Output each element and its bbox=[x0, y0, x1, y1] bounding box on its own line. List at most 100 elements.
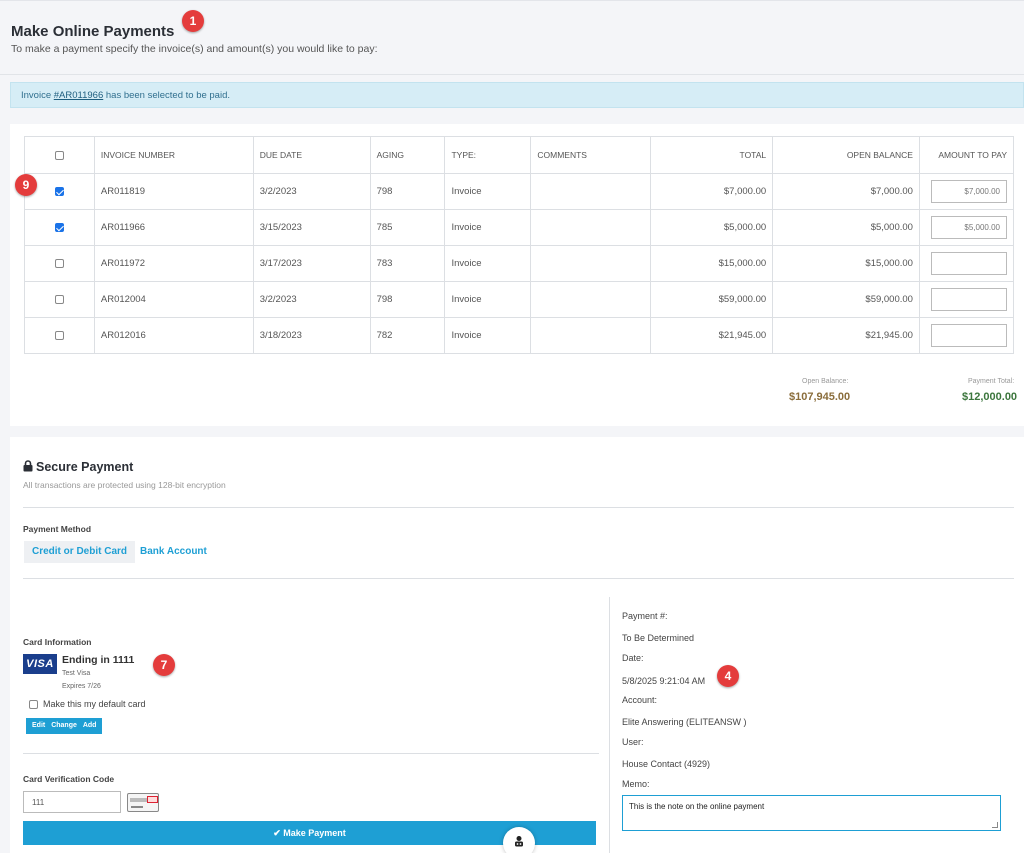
edit-card-button[interactable]: Edit bbox=[32, 722, 45, 729]
alert-invoice-link[interactable]: #AR011966 bbox=[54, 90, 103, 101]
invoice-number-cell: AR012004 bbox=[93, 281, 254, 318]
comments-cell bbox=[530, 317, 652, 354]
row-checkbox[interactable] bbox=[54, 222, 64, 232]
card-action-buttons: Edit Change Add bbox=[26, 718, 103, 734]
account-value: Elite Answering (ELITEANSW ) bbox=[622, 717, 747, 727]
amount-to-pay-input[interactable] bbox=[931, 252, 1007, 275]
amount-to-pay-cell: $5,000.00 bbox=[918, 209, 1015, 246]
due-date-cell: 3/2/2023 bbox=[252, 281, 371, 318]
card-information-label: Card Information bbox=[23, 637, 92, 647]
card-cvc-icon bbox=[127, 793, 159, 812]
type-cell: Invoice bbox=[444, 317, 532, 354]
default-card-label: Make this my default card bbox=[43, 699, 146, 709]
row-checkbox[interactable] bbox=[54, 258, 64, 268]
col-total[interactable]: TOTAL bbox=[650, 136, 774, 174]
amount-to-pay-cell bbox=[918, 317, 1015, 354]
make-payment-label: Make Payment bbox=[283, 828, 346, 838]
due-date-cell: 3/17/2023 bbox=[252, 245, 371, 282]
col-aging[interactable]: AGING bbox=[369, 136, 446, 174]
divider bbox=[23, 753, 599, 754]
header-divider bbox=[0, 74, 1024, 75]
type-cell: Invoice bbox=[444, 281, 532, 318]
default-card-checkbox[interactable] bbox=[29, 700, 38, 710]
open-balance-cell: $7,000.00 bbox=[772, 173, 920, 210]
total-cell: $59,000.00 bbox=[650, 281, 774, 318]
default-card-row[interactable]: Make this my default card bbox=[29, 699, 146, 710]
total-cell: $21,945.00 bbox=[650, 317, 774, 354]
comments-cell bbox=[530, 245, 652, 282]
row-checkbox[interactable] bbox=[54, 294, 64, 304]
due-date-cell: 3/15/2023 bbox=[252, 209, 371, 246]
table-header-row: INVOICE NUMBER DUE DATE AGING TYPE: COMM… bbox=[24, 136, 1015, 174]
alert-suffix: has been selected to be paid. bbox=[103, 90, 230, 101]
row-checkbox[interactable] bbox=[54, 330, 64, 340]
col-type[interactable]: TYPE: bbox=[444, 136, 532, 174]
date-value: 5/8/2025 9:21:04 AM bbox=[622, 676, 706, 686]
change-card-button[interactable]: Change bbox=[51, 722, 77, 729]
comments-cell bbox=[530, 281, 652, 318]
row-checkbox[interactable] bbox=[54, 186, 64, 196]
memo-textarea[interactable]: This is the note on the online payment bbox=[622, 795, 1001, 831]
row-select-cell[interactable] bbox=[24, 281, 95, 318]
select-all-cell[interactable] bbox=[24, 136, 95, 174]
total-cell: $5,000.00 bbox=[650, 209, 774, 246]
payment-total-value: $12,000.00 bbox=[962, 391, 1018, 403]
invoice-panel: INVOICE NUMBER DUE DATE AGING TYPE: COMM… bbox=[10, 124, 1024, 426]
aging-cell: 782 bbox=[369, 317, 446, 354]
user-label: User: bbox=[622, 737, 644, 747]
page-title: Make Online Payments bbox=[11, 23, 175, 40]
invoice-number-cell: AR012016 bbox=[93, 317, 254, 354]
tab-credit-debit-card[interactable]: Credit or Debit Card bbox=[24, 541, 136, 563]
aging-cell: 798 bbox=[369, 281, 446, 318]
due-date-cell: 3/2/2023 bbox=[252, 173, 371, 210]
annotation-badge-7: 7 bbox=[153, 654, 175, 676]
invoice-number-cell: AR011966 bbox=[93, 209, 254, 246]
resize-handle-icon[interactable] bbox=[992, 822, 998, 828]
tab-bank-account[interactable]: Bank Account bbox=[132, 541, 215, 563]
add-card-button[interactable]: Add bbox=[83, 722, 97, 729]
page-header: Make Online Payments To make a payment s… bbox=[0, 0, 1024, 74]
secure-payment-panel: Secure Payment All transactions are prot… bbox=[10, 437, 1024, 853]
table-row: AR011966 3/15/2023 785 Invoice $5,000.00 $5,0… bbox=[24, 209, 1015, 246]
amount-to-pay-input[interactable] bbox=[931, 324, 1007, 347]
user-value: House Contact (4929) bbox=[622, 759, 711, 769]
check-icon: ✔ bbox=[273, 828, 284, 838]
payment-total-label: Payment Total: bbox=[968, 378, 1015, 385]
memo-label: Memo: bbox=[622, 779, 650, 789]
open-balance-value: $107,945.00 bbox=[789, 391, 851, 403]
annotation-badge-4: 4 bbox=[717, 665, 739, 687]
aging-cell: 783 bbox=[369, 245, 446, 282]
secure-title-text: Secure Payment bbox=[36, 460, 134, 474]
card-name: Test Visa bbox=[62, 670, 91, 677]
comments-cell bbox=[530, 209, 652, 246]
annotation-badge-1: 1 bbox=[182, 10, 204, 32]
row-select-cell[interactable] bbox=[24, 245, 95, 282]
amount-to-pay-input[interactable]: $7,000.00 bbox=[931, 180, 1007, 203]
open-balance-label: Open Balance: bbox=[802, 378, 849, 385]
row-select-cell[interactable] bbox=[24, 317, 95, 354]
table-row: AR011972 3/17/2023 783 Invoice $15,000.00 $15… bbox=[24, 245, 1015, 282]
cvc-input[interactable]: 111 bbox=[23, 791, 121, 813]
card-ending: Ending in 1111 bbox=[62, 654, 135, 666]
amount-to-pay-cell bbox=[918, 245, 1015, 282]
amount-to-pay-input[interactable] bbox=[931, 288, 1007, 311]
invoice-table: INVOICE NUMBER DUE DATE AGING TYPE: COMM… bbox=[24, 136, 1015, 354]
row-select-cell[interactable] bbox=[24, 209, 95, 246]
chat-widget-icon[interactable] bbox=[503, 827, 535, 853]
open-balance-cell: $15,000.00 bbox=[772, 245, 920, 282]
date-label: Date: bbox=[622, 653, 644, 663]
select-all-checkbox[interactable] bbox=[54, 151, 64, 161]
visa-logo-icon: VISA bbox=[23, 654, 57, 674]
account-label: Account: bbox=[622, 695, 658, 705]
col-invoice-number[interactable]: INVOICE NUMBER bbox=[93, 136, 254, 174]
col-amount-to-pay[interactable]: AMOUNT TO PAY bbox=[918, 136, 1015, 174]
col-comments[interactable]: COMMENTS bbox=[530, 136, 652, 174]
total-cell: $7,000.00 bbox=[650, 173, 774, 210]
col-open-balance[interactable]: OPEN BALANCE bbox=[772, 136, 920, 174]
comments-cell bbox=[530, 173, 652, 210]
due-date-cell: 3/18/2023 bbox=[252, 317, 371, 354]
annotation-badge-9: 9 bbox=[15, 174, 37, 196]
amount-to-pay-input[interactable]: $5,000.00 bbox=[931, 216, 1007, 239]
col-due-date[interactable]: DUE DATE bbox=[252, 136, 371, 174]
payment-number-value: To Be Determined bbox=[622, 633, 695, 643]
